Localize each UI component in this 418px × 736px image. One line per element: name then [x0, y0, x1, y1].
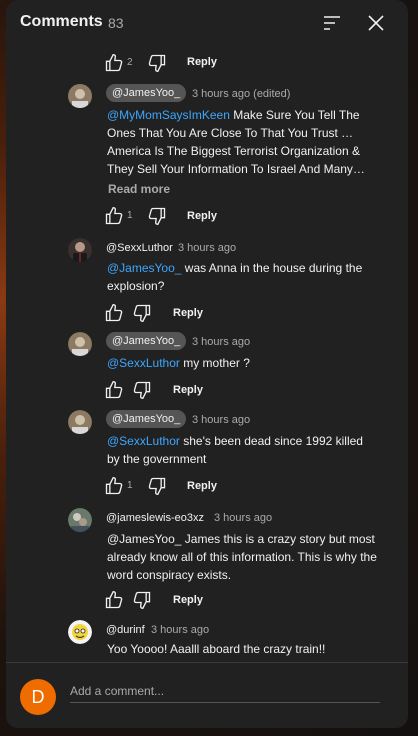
reply-button[interactable]: Reply	[173, 307, 203, 319]
dislike-icon[interactable]	[147, 53, 167, 73]
comment-time: 3 hours ago	[192, 336, 251, 348]
comment-item: @JamesYoo_ 3 hours ago @SexxLuthor she's…	[6, 406, 408, 502]
like-count: 1	[127, 480, 133, 491]
avatar[interactable]	[68, 410, 92, 434]
like-icon[interactable]	[104, 303, 124, 323]
comment-item: @JamesYoo_ 3 hours ago @SexxLuthor my mo…	[6, 328, 408, 406]
reply-button[interactable]: Reply	[187, 56, 217, 68]
author-name[interactable]: @JamesYoo_	[106, 332, 187, 350]
like-icon[interactable]	[104, 590, 124, 610]
like-icon[interactable]	[104, 206, 124, 226]
comment-item: 2 Reply	[6, 46, 408, 80]
comment-composer: D	[6, 663, 408, 728]
like-count: 1	[127, 210, 133, 221]
like-icon[interactable]	[104, 380, 124, 400]
reply-button[interactable]: Reply	[173, 594, 203, 606]
comment-time: 3 hours ago	[178, 242, 237, 254]
comments-panel: Comments 83 2 Reply @JamesYoo_ 3 hours a…	[6, 0, 408, 728]
mention-link[interactable]: @MyMomSaysImKeen	[107, 108, 230, 122]
avatar[interactable]	[68, 508, 92, 532]
dislike-icon[interactable]	[132, 380, 152, 400]
mention-link[interactable]: @JamesYoo_	[107, 261, 181, 275]
avatar[interactable]	[68, 332, 92, 356]
comment-text: @SexxLuthor my mother ?	[107, 356, 250, 370]
comment-thread[interactable]: 2 Reply @JamesYoo_ 3 hours ago (edited) …	[6, 46, 408, 662]
author-name[interactable]: @durinf	[106, 623, 145, 637]
comment-text: Yoo Yoooo! Aaalll aboard the crazy train…	[107, 642, 326, 656]
dislike-icon[interactable]	[132, 590, 152, 610]
avatar[interactable]	[68, 238, 92, 262]
like-count: 2	[127, 57, 133, 68]
read-more-link[interactable]: Read more	[108, 182, 170, 196]
reply-button[interactable]: Reply	[187, 480, 217, 492]
user-avatar[interactable]: D	[20, 679, 56, 715]
comment-item: @SexxLuthor 3 hours ago @JamesYoo_ was A…	[6, 230, 408, 328]
comment-time: 3 hours ago (edited)	[192, 88, 291, 100]
comments-title: Comments	[20, 13, 103, 30]
comment-text: @JamesYoo_ James this is a crazy story b…	[107, 532, 377, 582]
comment-text: @MyMomSaysImKeen Make Sure You Tell The …	[107, 108, 365, 176]
comment-time: 3 hours ago	[192, 414, 251, 426]
comment-time: 3 hours ago	[214, 512, 273, 524]
comment-text: @SexxLuthor she's been dead since 1992 k…	[107, 434, 363, 466]
author-name[interactable]: @JamesYoo_	[106, 84, 187, 102]
avatar[interactable]	[68, 620, 92, 644]
comment-item: @jameslewis-eo3xz 3 hours ago @JamesYoo_…	[6, 502, 408, 616]
comments-header: Comments 83	[6, 0, 408, 46]
sort-icon[interactable]	[320, 11, 344, 35]
comments-count: 83	[108, 15, 124, 31]
mention-link[interactable]: @SexxLuthor	[107, 356, 180, 370]
comment-item: @durinf 3 hours ago Yoo Yoooo! Aaalll ab…	[6, 616, 408, 662]
dislike-icon[interactable]	[147, 206, 167, 226]
author-name[interactable]: @JamesYoo_	[106, 410, 187, 428]
comment-item: @JamesYoo_ 3 hours ago (edited) @MyMomSa…	[6, 80, 408, 230]
like-icon[interactable]	[104, 476, 124, 496]
dislike-icon[interactable]	[147, 476, 167, 496]
author-name[interactable]: @jameslewis-eo3xz	[106, 511, 204, 525]
reply-button[interactable]: Reply	[173, 384, 203, 396]
avatar[interactable]	[68, 84, 92, 108]
mention-link[interactable]: @SexxLuthor	[107, 434, 180, 448]
like-icon[interactable]	[104, 53, 124, 73]
close-icon[interactable]	[364, 11, 388, 35]
comment-text: @JamesYoo_ was Anna in the house during …	[107, 261, 363, 293]
reply-button[interactable]: Reply	[187, 210, 217, 222]
add-comment-input[interactable]	[70, 679, 380, 703]
dislike-icon[interactable]	[132, 303, 152, 323]
comment-time: 3 hours ago	[151, 624, 210, 636]
author-name[interactable]: @SexxLuthor	[106, 241, 173, 255]
